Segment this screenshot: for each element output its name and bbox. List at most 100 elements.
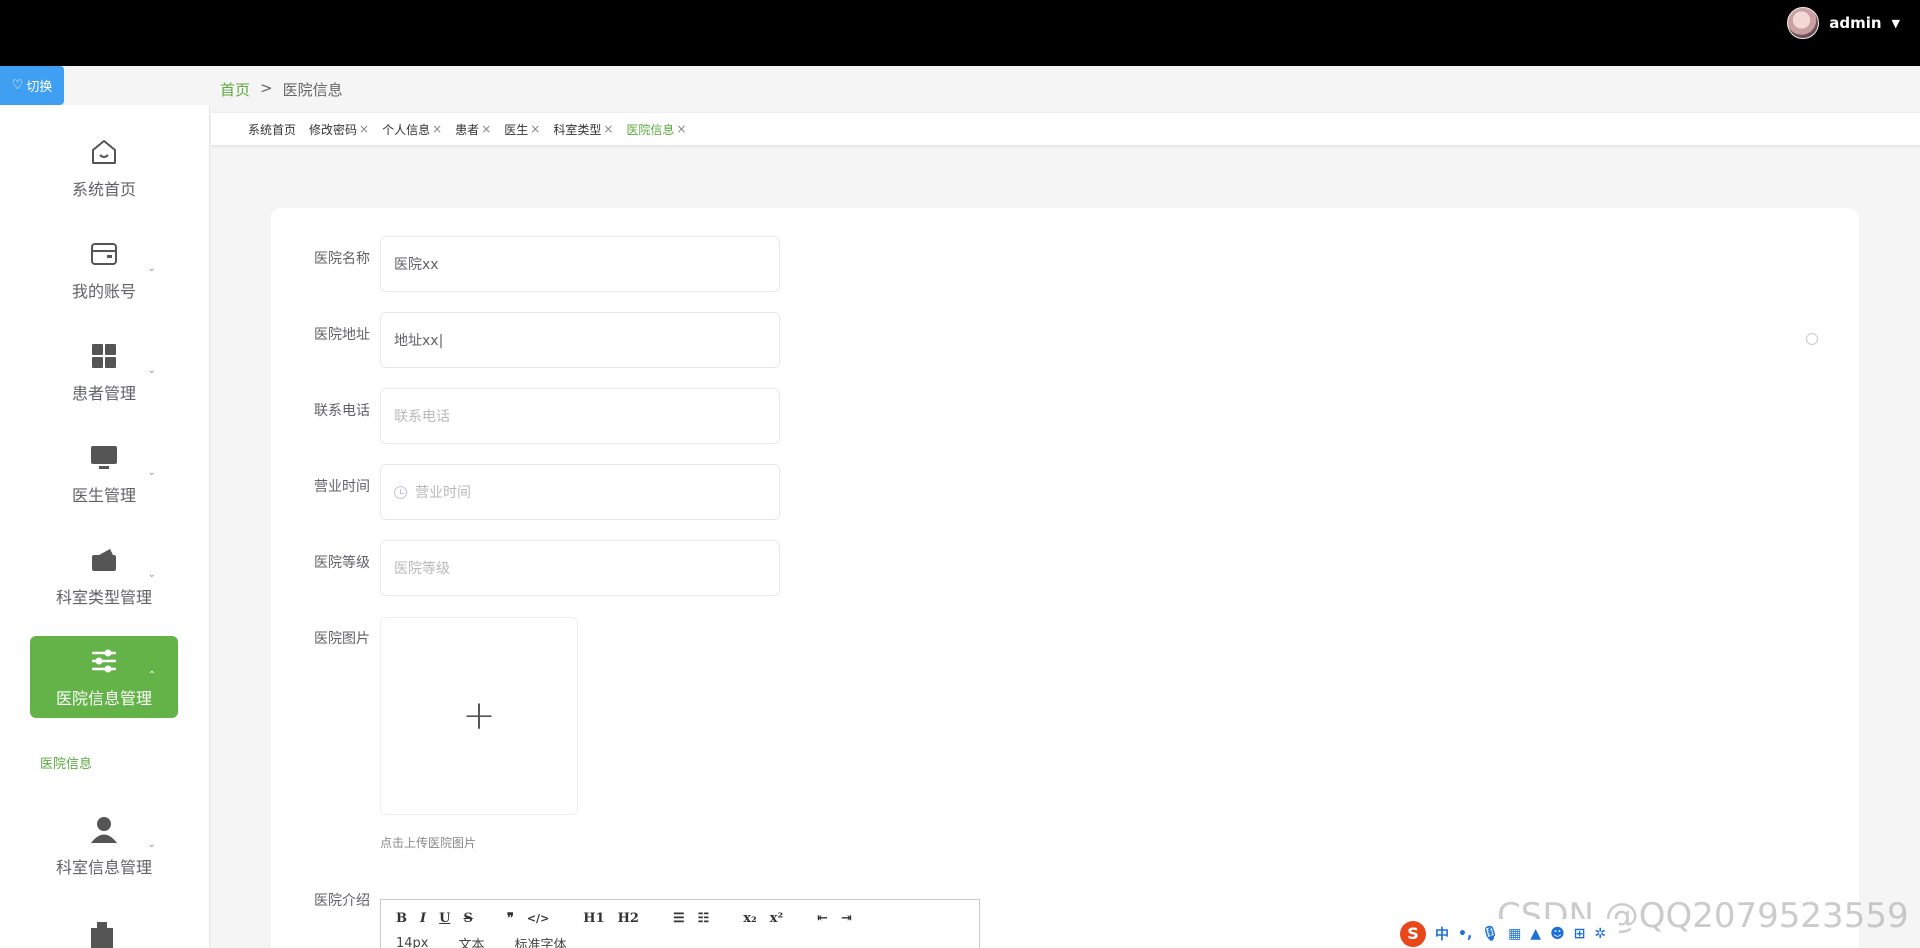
hospital-name-input[interactable]: 医院xx [380, 236, 780, 292]
ordered-list-button[interactable]: ☰ [673, 911, 685, 926]
settings-icon[interactable]: ✲ [1594, 926, 1606, 942]
sidebar-item-home[interactable]: 系统首页 [30, 127, 178, 209]
heart-icon: ♡ [11, 78, 24, 93]
sidebar-item-label: 医生管理 [71, 486, 136, 505]
subscript-button[interactable]: x₂ [743, 911, 756, 926]
h1-button[interactable]: H1 [583, 911, 604, 926]
tag-label: 个人信息 [382, 122, 431, 137]
sidebar-subitem-hospital-info[interactable]: 医院信息 [40, 753, 92, 772]
tag-doctors[interactable]: 医生 × [504, 121, 540, 138]
skin-icon[interactable]: ▲ [1530, 926, 1541, 942]
font-family-select[interactable]: 标准字体 [515, 934, 567, 948]
sogou-logo-icon[interactable]: S [1400, 920, 1426, 947]
circle-icon [1806, 333, 1818, 345]
tag-patients[interactable]: 患者 × [455, 121, 491, 138]
chevron-up-icon: ⌃ [147, 670, 156, 681]
input-value: 地址xx| [394, 333, 444, 349]
tag-hospital-info[interactable]: 医院信息 × [626, 121, 686, 138]
microphone-icon[interactable]: 🎙 [1481, 926, 1499, 942]
username[interactable]: admin [1829, 14, 1881, 32]
chevron-down-icon: ⌄ [147, 263, 156, 274]
plus-icon: + [462, 693, 496, 739]
keyboard-icon[interactable]: ▦ [1508, 926, 1521, 942]
sidebar-item-department-info[interactable]: 科室信息管理 ⌄ [30, 805, 178, 887]
tag-profile[interactable]: 个人信息 × [382, 121, 442, 138]
close-icon[interactable]: × [603, 122, 613, 136]
input-placeholder: 联系电话 [394, 409, 450, 425]
tag-label: 修改密码 [309, 122, 358, 137]
monitor-icon [91, 446, 117, 469]
sidebar-item-label: 我的账号 [71, 282, 136, 301]
sliders-icon [92, 649, 116, 673]
hospital-address-input[interactable]: 地址xx| [380, 312, 780, 368]
breadcrumb-separator: > [260, 79, 273, 97]
chevron-down-icon: ⌄ [147, 365, 156, 376]
indent-button[interactable]: ⇥ [841, 911, 852, 926]
ime-punct[interactable]: •, [1458, 926, 1472, 942]
superscript-button[interactable]: x² [770, 911, 783, 926]
sidebar-item-label: 医院信息管理 [55, 689, 152, 708]
h2-button[interactable]: H2 [618, 911, 639, 926]
bold-button[interactable]: B [396, 911, 407, 926]
input-placeholder: 营业时间 [415, 485, 471, 501]
avatar[interactable] [1787, 7, 1820, 39]
sidebar-item-patients[interactable]: 患者管理 ⌄ [30, 331, 178, 413]
editor-toolbar: B I U S ❞ </> H1 H2 ☰ ☷ x₂ x² ⇤ ⇥ [381, 900, 979, 928]
tag-change-password[interactable]: 修改密码 × [309, 121, 369, 138]
breadcrumb-home[interactable]: 首页 [220, 79, 250, 100]
hospital-level-input[interactable]: 医院等级 [380, 540, 780, 596]
image-upload[interactable]: + [380, 617, 578, 815]
bullet-list-button[interactable]: ☷ [698, 911, 710, 926]
sidebar-item-label: 患者管理 [71, 384, 136, 403]
close-icon[interactable]: × [359, 122, 369, 136]
clock-icon [394, 485, 407, 499]
chevron-down-icon: ⌄ [147, 839, 156, 850]
chevron-down-icon: ⌄ [147, 569, 156, 580]
input-placeholder: 医院等级 [394, 561, 450, 577]
close-icon[interactable]: × [530, 122, 540, 136]
caret-down-icon[interactable]: ▼ [1892, 17, 1900, 30]
strike-button[interactable]: S [463, 911, 472, 926]
sidebar-item-doctors[interactable]: 医生管理 ⌄ [30, 433, 178, 515]
emoji-icon[interactable]: ☻ [1550, 926, 1565, 942]
outdent-button[interactable]: ⇤ [817, 911, 828, 926]
briefcase-icon [91, 922, 113, 948]
close-icon[interactable]: × [676, 122, 686, 136]
chevron-down-icon: ⌄ [147, 467, 156, 478]
grid-icon [92, 344, 116, 368]
sidebar-item-hospital-info[interactable]: 医院信息管理 ⌃ [30, 636, 178, 718]
quote-button[interactable]: ❞ [507, 911, 514, 926]
tag-label: 医生 [504, 122, 529, 137]
style-select[interactable]: 文本 [459, 934, 485, 948]
font-size-select[interactable]: 14px [396, 936, 429, 948]
form-card: 医院名称 医院xx 医院地址 地址xx| 联系电话 联系电话 营业时间 营业时间… [271, 208, 1859, 948]
sidebar-item-account[interactable]: 我的账号 ⌄ [30, 229, 178, 311]
user-icon [91, 817, 117, 843]
tag-label: 科室类型 [553, 122, 602, 137]
close-icon[interactable]: × [432, 122, 442, 136]
tag-label: 系统首页 [248, 122, 297, 137]
upload-tip: 点击上传医院图片 [380, 836, 477, 850]
tag-home[interactable]: 系统首页 [248, 121, 296, 138]
tag-department-types[interactable]: 科室类型 × [553, 121, 613, 138]
code-button[interactable]: </> [527, 912, 549, 925]
sidebar-item-department-types[interactable]: 科室类型管理 ⌄ [30, 535, 178, 617]
phone-input[interactable]: 联系电话 [380, 388, 780, 444]
tag-label: 医院信息 [626, 122, 675, 137]
tag-label: 患者 [455, 122, 480, 137]
underline-button[interactable]: U [439, 911, 450, 926]
apps-icon[interactable]: ⊞ [1574, 926, 1586, 942]
italic-button[interactable]: I [420, 911, 426, 926]
close-icon[interactable]: × [481, 122, 491, 136]
rich-text-editor[interactable]: B I U S ❞ </> H1 H2 ☰ ☷ x₂ x² ⇤ ⇥ 14px 文… [380, 899, 980, 948]
ime-toolbar[interactable]: S 中 •, 🎙 ▦ ▲ ☻ ⊞ ✲ [1397, 919, 1619, 948]
tags-view: 系统首页 修改密码 × 个人信息 × 患者 × 医生 × 科室类型 × 医院信息 × [211, 112, 1920, 146]
switch-button[interactable]: ♡ 切换 [0, 66, 64, 105]
ime-mode[interactable]: 中 [1435, 924, 1449, 944]
business-hours-picker[interactable]: 营业时间 [380, 464, 780, 520]
sidebar-item-label: 科室类型管理 [55, 588, 152, 607]
wallet-icon [91, 243, 117, 265]
home-icon [92, 140, 116, 164]
sidebar-item-label: 系统首页 [71, 180, 136, 199]
user-menu[interactable]: admin ▼ [1787, 6, 1900, 40]
